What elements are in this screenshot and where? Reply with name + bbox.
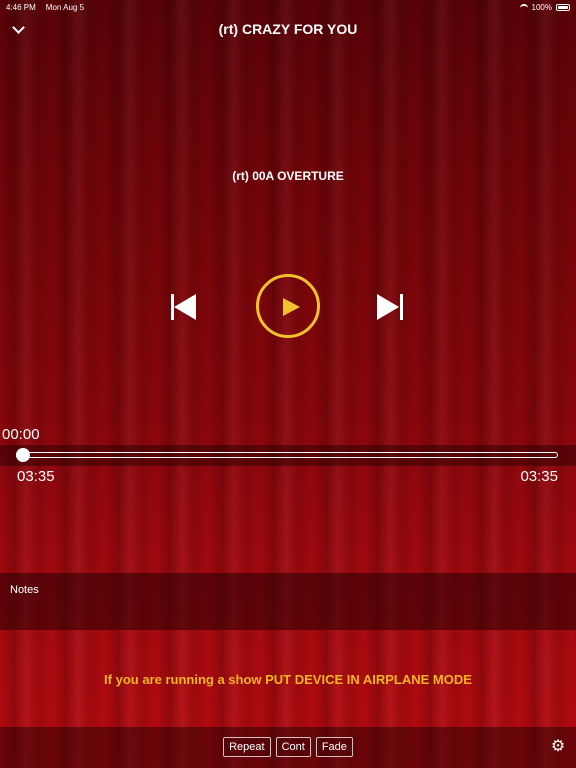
play-icon [283,298,300,316]
track-name: (rt) 00A OVERTURE [232,169,344,183]
status-date: Mon Aug 5 [45,2,85,12]
gear-icon[interactable]: ⚙ [550,739,566,755]
battery-percent: 100% [531,2,552,12]
wifi-icon [519,4,528,10]
previous-track-button[interactable] [168,292,200,322]
status-bar: 4:46 PM Mon Aug 5 100% [0,0,576,14]
fade-button[interactable]: Fade [315,737,353,757]
playback-controls [0,272,576,342]
skip-forward-icon [377,294,399,320]
option-buttons: Repeat Cont Fade [0,737,576,757]
notes-label: Notes [10,584,39,596]
status-time: 4:46 PM [6,2,36,12]
notes-section[interactable]: Notes [0,573,576,630]
next-track-button[interactable] [374,292,406,322]
battery-icon [556,3,570,11]
continue-button[interactable]: Cont [275,737,311,757]
header: (rt) CRAZY FOR YOU [0,18,576,40]
airplane-mode-message: If you are running a show PUT DEVICE IN … [104,672,472,687]
repeat-button[interactable]: Repeat [223,737,271,757]
status-right: 100% [519,2,570,12]
progress-thumb[interactable] [16,448,30,462]
skip-forward-icon-bar [400,294,403,320]
play-button[interactable] [256,274,320,338]
bottom-toolbar: Repeat Cont Fade ⚙ [0,727,576,768]
page-title: (rt) CRAZY FOR YOU [218,21,358,37]
total-time: 03:35 [520,468,558,485]
current-time: 00:00 [2,426,40,443]
elapsed-time: 03:35 [17,468,55,485]
skip-back-icon-triangle [174,294,196,320]
progress-slider[interactable] [20,452,558,458]
